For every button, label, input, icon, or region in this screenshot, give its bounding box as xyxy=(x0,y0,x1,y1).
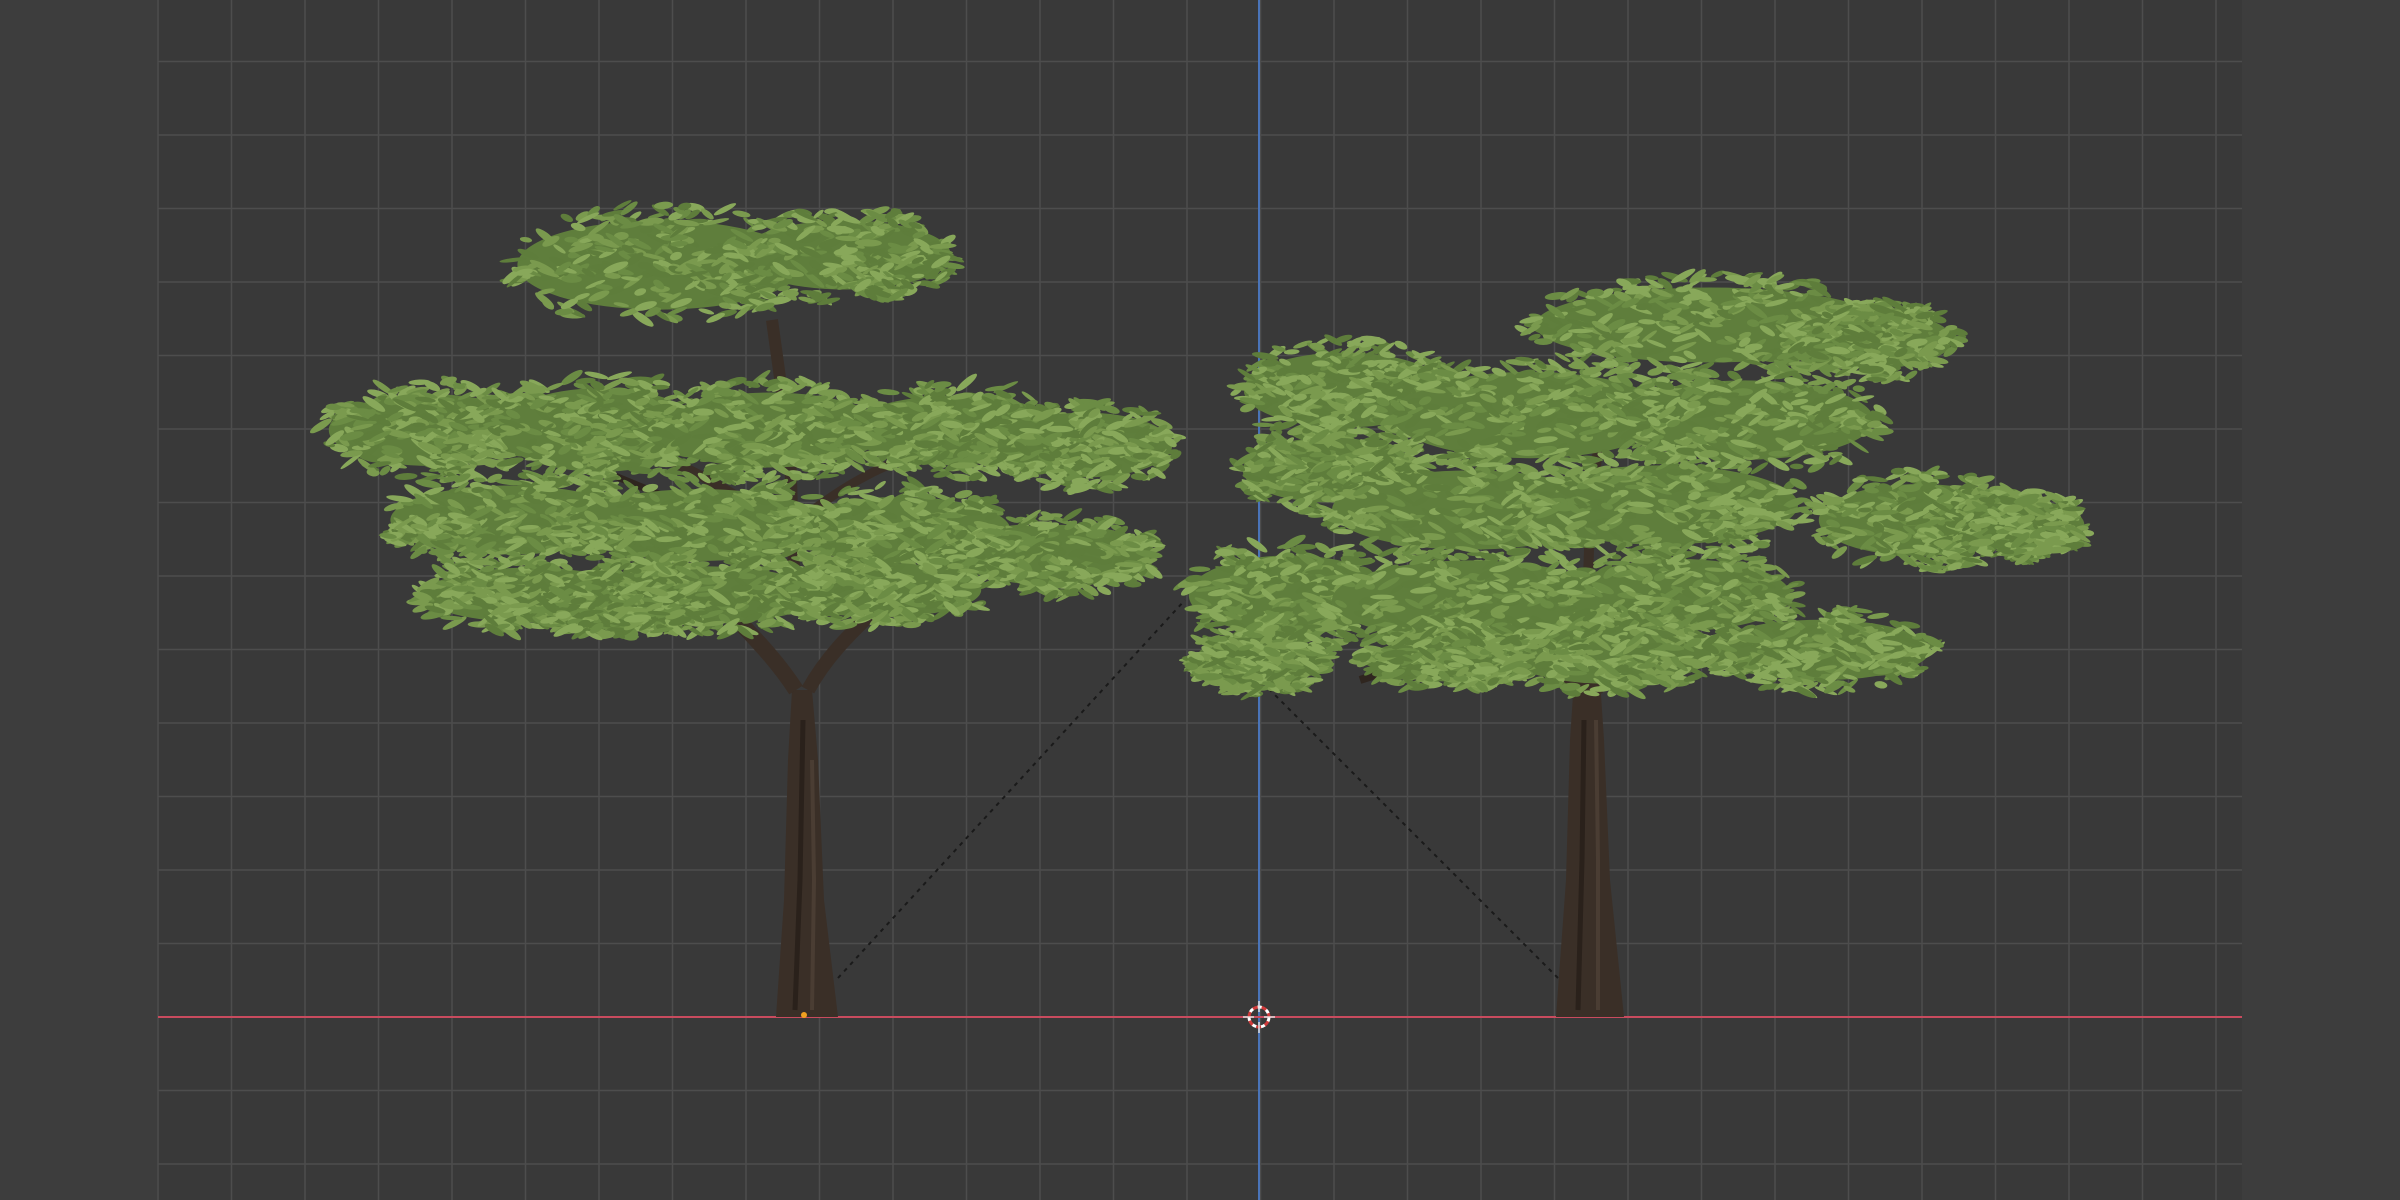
leaf xyxy=(545,382,564,391)
leaf xyxy=(732,210,751,218)
leaf xyxy=(874,480,886,490)
tree-right[interactable] xyxy=(1172,266,2095,1017)
leaf xyxy=(1252,422,1275,428)
leaf xyxy=(394,473,418,480)
leaf xyxy=(877,389,900,396)
leaf xyxy=(651,384,670,390)
leaf xyxy=(1567,328,1594,334)
tree-left[interactable] xyxy=(308,199,1187,1017)
relationship-line-right xyxy=(1264,684,1559,979)
tree-left-canopy xyxy=(309,200,1187,641)
leaf xyxy=(1534,338,1553,345)
leaf xyxy=(560,213,573,223)
3d-viewport[interactable] xyxy=(0,0,2400,1200)
leaf xyxy=(752,541,777,549)
tree-right-canopy xyxy=(1173,268,2095,701)
leaf xyxy=(698,308,715,315)
leaf xyxy=(1619,372,1638,379)
leaf xyxy=(773,400,795,405)
leaf xyxy=(790,473,803,481)
leaf xyxy=(1283,349,1300,355)
scene-canvas[interactable] xyxy=(0,0,2400,1200)
leaf xyxy=(585,554,605,561)
leaf xyxy=(1554,352,1571,363)
leaf xyxy=(950,462,978,469)
leaf xyxy=(451,585,475,592)
leaf xyxy=(1394,340,1408,350)
relationship-line-left xyxy=(837,599,1186,979)
leaf xyxy=(683,387,699,399)
leaf xyxy=(519,236,533,243)
leaf xyxy=(959,582,982,589)
leaf xyxy=(440,615,463,621)
